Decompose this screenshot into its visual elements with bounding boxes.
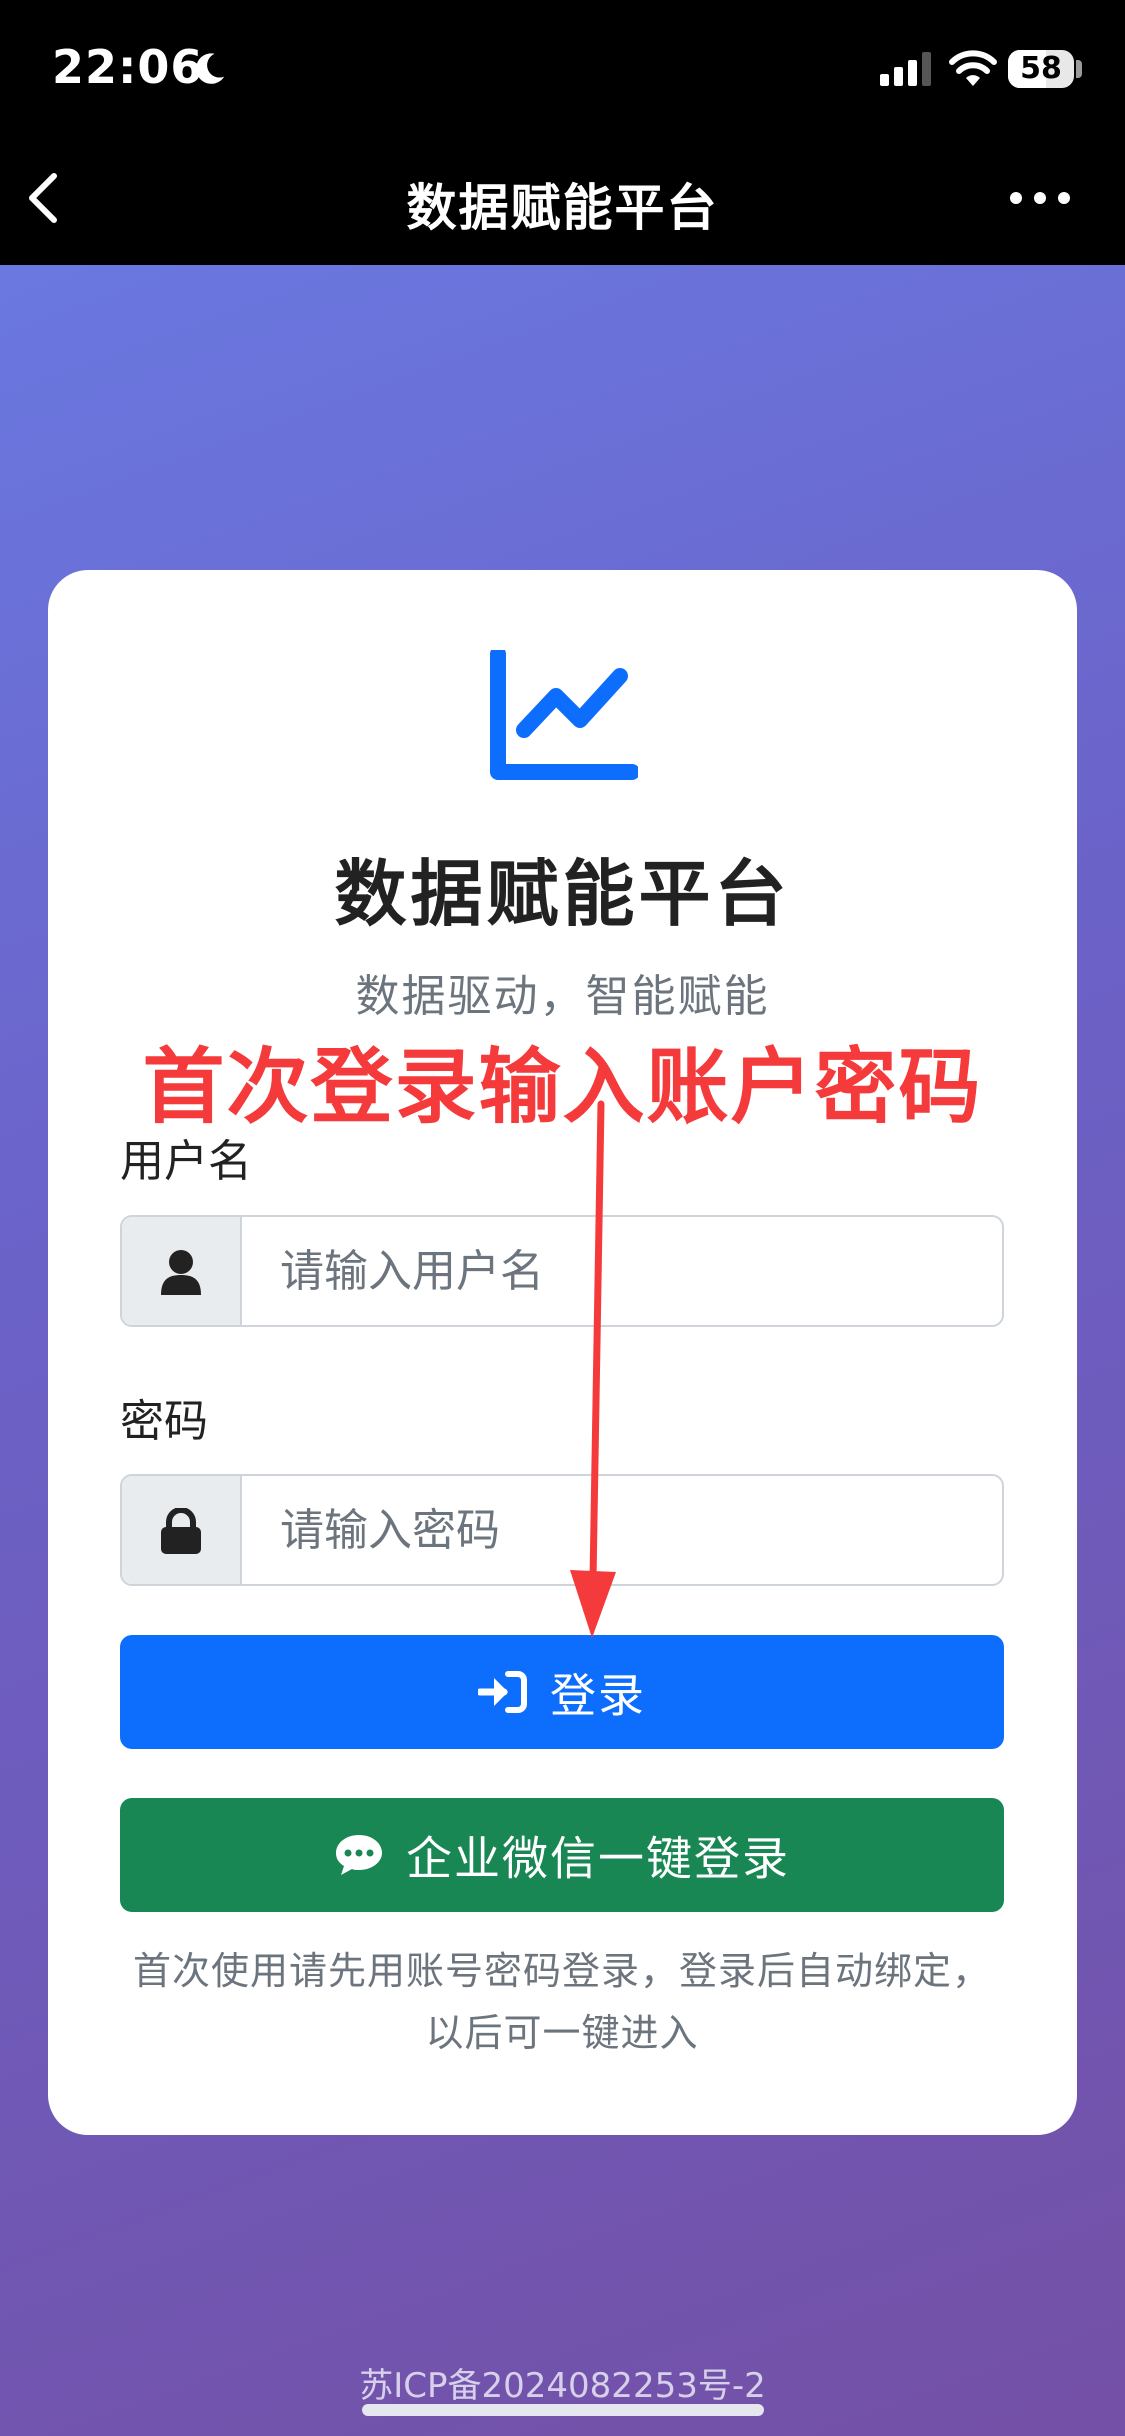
card-title: 数据赋能平台: [334, 852, 791, 936]
login-button[interactable]: 登录: [120, 1635, 1004, 1749]
battery-percent: 58: [1020, 51, 1062, 86]
password-addon: [122, 1476, 242, 1584]
chat-bubble-icon: [336, 1834, 382, 1875]
home-indicator: [362, 2404, 764, 2416]
password-input[interactable]: [242, 1476, 1002, 1584]
password-label: 密码: [120, 1396, 208, 1447]
battery-cap: [1076, 60, 1082, 78]
wecom-login-button-label: 企业微信一键登录: [406, 1831, 790, 1886]
chart-line-icon: [490, 650, 638, 780]
wifi-icon: [949, 50, 997, 86]
username-input[interactable]: [242, 1217, 1002, 1325]
arrow-down-icon: [570, 1100, 616, 1638]
nav-bar: 数据赋能平台: [0, 130, 1125, 265]
wecom-login-button[interactable]: 企业微信一键登录: [120, 1798, 1004, 1912]
card-subtitle: 数据驱动，智能赋能: [355, 971, 770, 1022]
login-button-label: 登录: [550, 1668, 646, 1723]
help-text: 首次使用请先用账号密码登录，登录后自动绑定，以后可一键进入: [132, 1949, 991, 2055]
username-label: 用户名: [120, 1136, 252, 1187]
icp-footer[interactable]: 苏ICP备2024082253号-2: [0, 2358, 1125, 2407]
nav-title: 数据赋能平台: [406, 179, 719, 237]
status-time: 22:06: [52, 40, 204, 94]
user-icon: [161, 1250, 201, 1295]
username-addon: [122, 1217, 242, 1325]
more-icon[interactable]: [1008, 186, 1072, 210]
sign-in-icon: [478, 1670, 527, 1713]
signal-icon: [880, 52, 931, 86]
moon-icon: [196, 53, 225, 84]
lock-icon: [161, 1508, 201, 1554]
battery-indicator: 58: [1008, 50, 1074, 88]
status-bar: 22:06 58: [0, 0, 1125, 130]
